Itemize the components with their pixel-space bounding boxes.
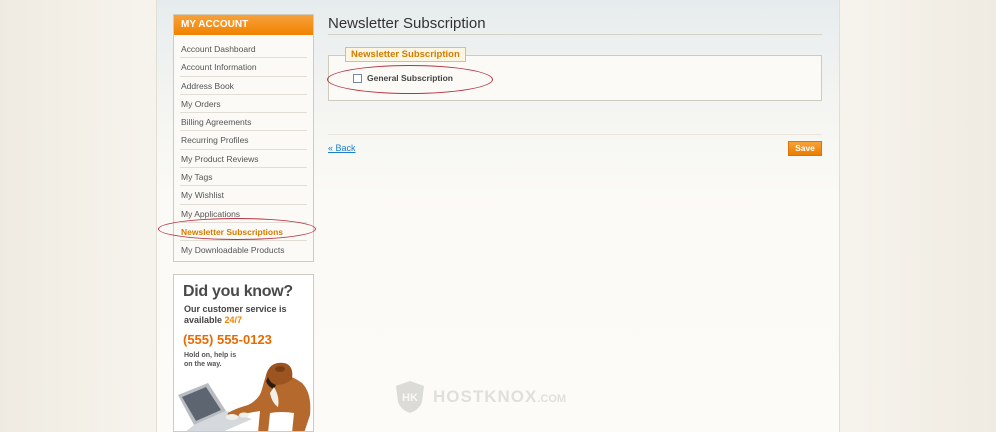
buttons-divider: [328, 134, 822, 135]
page-title: Newsletter Subscription: [328, 15, 486, 32]
customer-service-ad: Did you know? Our customer service is av…: [173, 274, 314, 432]
highlight-oval-sidebar: [158, 218, 316, 240]
account-nav-heading: MY ACCOUNT: [174, 15, 313, 35]
watermark-brand: HOSTKNOX: [433, 387, 538, 406]
watermark-suffix: .COM: [537, 393, 567, 405]
nav-item-my-downloadable-products[interactable]: My Downloadable Products: [180, 241, 307, 259]
ad-availability: Our customer service is available 24/7: [184, 304, 304, 326]
nav-item-account-information[interactable]: Account Information: [180, 58, 307, 77]
svg-text:HK: HK: [402, 392, 418, 404]
ad-title: Did you know?: [183, 283, 293, 300]
nav-item-my-tags[interactable]: My Tags: [180, 168, 307, 187]
fieldset-legend: Newsletter Subscription: [345, 47, 466, 62]
nav-item-account-dashboard[interactable]: Account Dashboard: [180, 40, 307, 59]
shield-logo-icon: HK: [396, 381, 424, 413]
nav-item-my-product-reviews[interactable]: My Product Reviews: [180, 150, 307, 169]
watermark-text: HOSTKNOX.COM: [433, 387, 566, 407]
highlight-oval-checkbox: [327, 65, 493, 94]
dog-laptop-illustration: [178, 362, 311, 431]
nav-item-my-wishlist[interactable]: My Wishlist: [180, 186, 307, 205]
nav-item-recurring-profiles[interactable]: Recurring Profiles: [180, 131, 307, 150]
ad-availability-highlight: 24/7: [224, 315, 243, 325]
ad-phone-number: (555) 555-0123: [183, 332, 272, 347]
hostknox-watermark: HK HOSTKNOX.COM: [395, 380, 566, 414]
save-button[interactable]: Save: [788, 141, 822, 156]
nav-item-my-orders[interactable]: My Orders: [180, 95, 307, 114]
back-link[interactable]: « Back: [328, 143, 356, 153]
nav-item-address-book[interactable]: Address Book: [180, 77, 307, 95]
nav-item-billing-agreements[interactable]: Billing Agreements: [180, 113, 307, 132]
title-divider: [328, 34, 822, 35]
